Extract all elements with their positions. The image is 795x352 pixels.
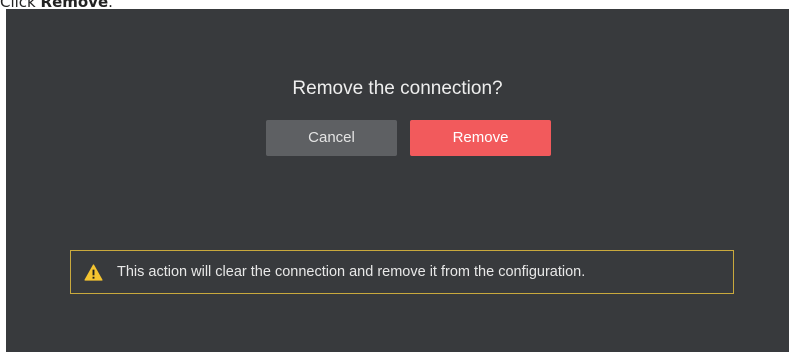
dialog-title: Remove the connection? [292, 78, 503, 99]
warning-triangle-icon [84, 263, 103, 281]
remove-connection-dialog: Remove the connection? Cancel Remove Thi… [6, 9, 789, 352]
warning-notice-text: This action will clear the connection an… [117, 264, 586, 280]
warning-notice: This action will clear the connection an… [70, 250, 734, 294]
cancel-button[interactable]: Cancel [266, 120, 397, 156]
remove-button[interactable]: Remove [410, 120, 551, 156]
instruction-text: Click Remove. [0, 0, 113, 10]
